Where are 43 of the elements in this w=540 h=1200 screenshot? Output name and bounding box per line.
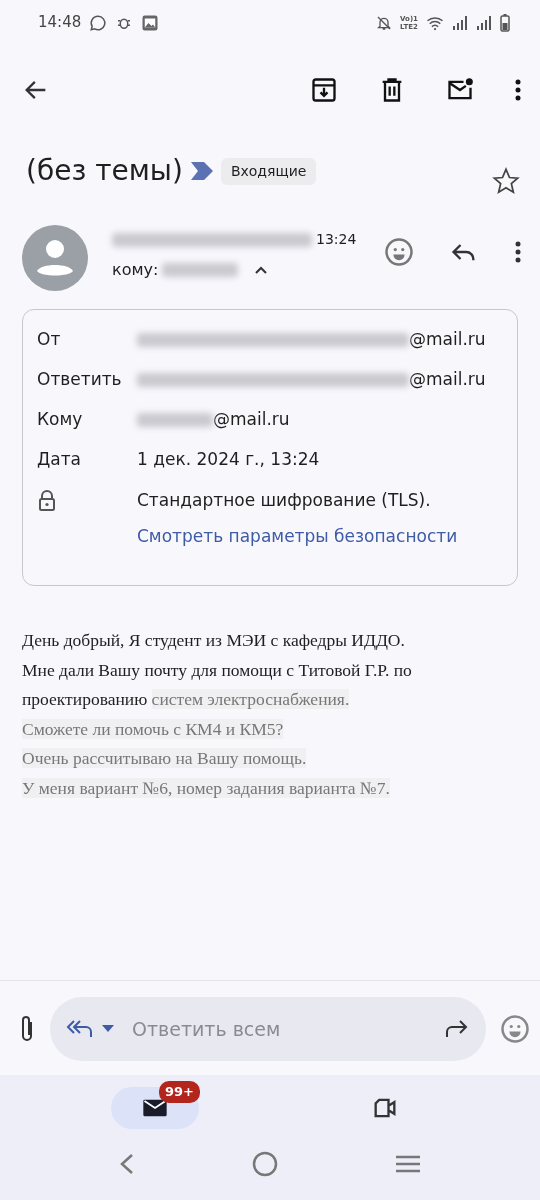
email-body-text: У меня вариант №6, номер задания варианта №7. xyxy=(22,776,391,800)
reply-composer[interactable]: Ответить всем xyxy=(50,997,486,1061)
label-chip: Входящие xyxy=(220,157,317,185)
email-body-text: Мне дали Вашу почту для помощи с Титовой Г.Р. по проектированию систем электроснабжения. xyxy=(22,658,413,711)
security-text: Стандартное шифрование (TLS). xyxy=(137,489,432,512)
system-back-button[interactable] xyxy=(118,1151,135,1177)
avatar-icon xyxy=(22,225,88,291)
security-settings-link[interactable]: Смотреть параметры безопасности xyxy=(137,523,458,549)
emoji-reaction-button[interactable] xyxy=(384,237,414,267)
signal-icon xyxy=(476,14,492,31)
battery-icon xyxy=(500,13,510,32)
detail-label: Кому xyxy=(37,408,84,432)
more-menu-button[interactable] xyxy=(514,239,522,265)
lock-icon xyxy=(37,490,57,512)
email-body-text: День добрый, Я студент из МЭИ с кафедры ИДДО. xyxy=(22,629,406,652)
detail-value: @mail.ru xyxy=(409,328,486,352)
detail-label: Дата xyxy=(37,448,83,472)
image-icon xyxy=(141,13,160,32)
signal-icon xyxy=(452,14,468,31)
emoji-button[interactable] xyxy=(500,1014,530,1044)
detail-value: @mail.ru xyxy=(409,368,486,392)
detail-label: От xyxy=(37,328,62,352)
reply-all-icon xyxy=(66,1018,94,1040)
detail-value: 1 дек. 2024 г., 13:24 xyxy=(137,448,320,472)
unread-count-badge: 99+ xyxy=(159,1081,200,1103)
status-time: 14:48 xyxy=(38,12,82,34)
system-home-button[interactable] xyxy=(252,1151,278,1177)
wifi-icon xyxy=(426,14,444,31)
detail-label: Ответить xyxy=(37,368,123,392)
reply-field[interactable]: Ответить всем xyxy=(130,1013,434,1045)
chat-icon xyxy=(89,13,108,32)
recipient-label: кому: xyxy=(112,259,159,281)
label-arrow-icon xyxy=(190,162,213,180)
subject-title: (без темы) xyxy=(26,154,183,188)
detail-value: @mail.ru xyxy=(213,408,290,432)
message-time: 13:24 xyxy=(316,230,357,249)
muted-bell-icon xyxy=(376,14,393,31)
dropdown-caret-icon xyxy=(102,1025,114,1033)
details-toggle-button[interactable] xyxy=(254,265,269,275)
archive-button[interactable] xyxy=(310,76,338,104)
email-body-text: Очень рассчитываю на Вашу помощь. xyxy=(22,747,308,770)
email-body-text: Сможете ли помочь с КМ4 и КМ5? xyxy=(22,717,285,741)
star-button[interactable] xyxy=(492,167,520,195)
